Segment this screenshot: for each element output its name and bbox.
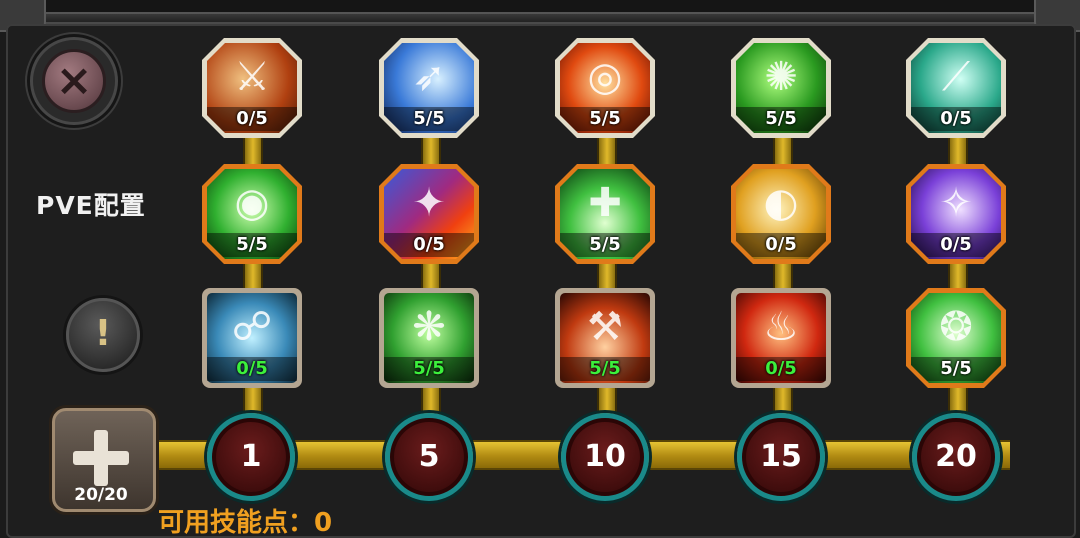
skill-level: 5/5	[384, 107, 474, 131]
pve-config-label: PVE配置	[36, 191, 146, 220]
skill-r1c3[interactable]: ◎ 5/5	[555, 38, 655, 138]
top-frame-inset	[40, 0, 1040, 14]
skill-level: 0/5	[207, 357, 297, 381]
skill-r2c5[interactable]: ✧ 0/5	[906, 164, 1006, 264]
golden-shield-skill-icon: ◐	[763, 180, 799, 226]
sword-skill-icon: ⚔	[234, 54, 270, 100]
skill-level: 5/5	[384, 357, 474, 381]
skill-level: 0/5	[384, 233, 474, 257]
add-points-button[interactable]: 20/20	[52, 408, 156, 512]
milestone-node-10: 10	[561, 413, 649, 501]
skill-points-count: 20/20	[74, 485, 128, 505]
skill-r1c1[interactable]: ⚔ 0/5	[202, 38, 302, 138]
skill-level: 0/5	[911, 233, 1001, 257]
heal-rise-skill-icon: ✚	[588, 180, 622, 226]
skill-r3c5[interactable]: ❂ 5/5	[906, 288, 1006, 388]
skill-level: 0/5	[736, 233, 826, 257]
skill-r1c2[interactable]: ➶ 5/5	[379, 38, 479, 138]
milestone-node-1: 1	[207, 413, 295, 501]
available-points-label: 可用技能点：0	[158, 508, 333, 538]
skill-r1c4[interactable]: ✺ 5/5	[731, 38, 831, 138]
skill-r2c4[interactable]: ◐ 0/5	[731, 164, 831, 264]
skill-level: 5/5	[560, 107, 650, 131]
skill-level: 0/5	[207, 107, 297, 131]
skill-r2c1[interactable]: ◉ 5/5	[202, 164, 302, 264]
blade-slash-skill-icon: ⟋	[942, 54, 970, 100]
skill-r2c3[interactable]: ✚ 5/5	[555, 164, 655, 264]
green-aura-skill-icon: ❂	[939, 304, 973, 350]
exclamation-icon: !	[94, 313, 112, 354]
skill-level: 0/5	[911, 107, 1001, 131]
close-button[interactable]: ×	[30, 37, 118, 125]
skill-level: 5/5	[736, 107, 826, 131]
top-frame	[0, 0, 1080, 24]
target-skill-icon: ◎	[587, 54, 623, 100]
skill-level: 5/5	[560, 233, 650, 257]
plus-icon-vertical	[94, 430, 108, 486]
fire-blade-skill-icon: ✦	[412, 180, 446, 226]
warning-button[interactable]: !	[66, 298, 140, 372]
close-icon: ×	[42, 49, 106, 113]
skill-r3c1[interactable]: ☍ 0/5	[202, 288, 302, 388]
dash-runner-skill-icon: ☍	[231, 304, 273, 350]
skill-r1c5[interactable]: ⟋ 0/5	[906, 38, 1006, 138]
green-beast-skill-icon: ❋	[412, 304, 446, 350]
arrow-burst-skill-icon: ➶	[412, 54, 446, 100]
skill-r3c4[interactable]: ♨ 0/5	[731, 288, 831, 388]
poison-splash-skill-icon: ✺	[764, 54, 798, 100]
milestone-node-5: 5	[385, 413, 473, 501]
skill-r3c3[interactable]: ⚒ 5/5	[555, 288, 655, 388]
milestone-node-15: 15	[737, 413, 825, 501]
skill-level: 0/5	[736, 357, 826, 381]
milestone-node-20: 20	[912, 413, 1000, 501]
skill-level: 5/5	[560, 357, 650, 381]
skill-r2c2[interactable]: ✦ 0/5	[379, 164, 479, 264]
skill-level: 5/5	[207, 233, 297, 257]
skill-level: 5/5	[911, 357, 1001, 381]
fire-helm-skill-icon: ♨	[763, 304, 799, 350]
hammer-strike-skill-icon: ⚒	[587, 304, 623, 350]
eye-shield-skill-icon: ◉	[234, 180, 270, 226]
arcane-flame-skill-icon: ✧	[939, 180, 973, 226]
skill-r3c2[interactable]: ❋ 5/5	[379, 288, 479, 388]
